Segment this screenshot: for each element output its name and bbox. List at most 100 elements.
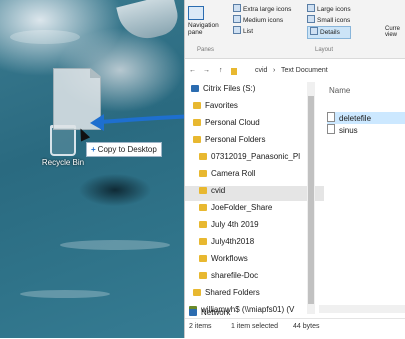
small-icons-icon xyxy=(307,15,315,23)
nav-item[interactable]: July4th2018 xyxy=(185,237,324,252)
medium-icons-label: Medium icons xyxy=(243,17,284,24)
network-icon xyxy=(189,309,197,316)
plus-icon: + xyxy=(91,145,96,154)
nav-item-label: JoeFolder_Share xyxy=(211,203,273,212)
layout-column-2: Large icons Small icons Details xyxy=(307,4,351,39)
small-icons-option[interactable]: Small icons xyxy=(307,15,351,26)
details-option[interactable]: Details xyxy=(307,26,351,39)
extra-large-icons-option[interactable]: Extra large icons xyxy=(233,4,291,15)
status-bar: 2 items 1 item selected 44 bytes xyxy=(185,318,405,339)
nav-item[interactable]: Citrix Files (S:) xyxy=(185,84,316,99)
dragged-file-ghost-icon xyxy=(53,68,101,130)
wave-detail xyxy=(60,240,170,250)
breadcrumb-cvid[interactable]: cvid xyxy=(255,67,267,74)
navigation-pane-button[interactable]: Navigation pane xyxy=(188,6,219,36)
folder-icon xyxy=(199,272,207,279)
file-name: sinus xyxy=(339,126,358,135)
nav-item-label: Citrix Files (S:) xyxy=(203,84,256,93)
drag-copy-tooltip-label: Copy to Desktop xyxy=(97,145,157,154)
nav-item-label: July 4th 2019 xyxy=(211,220,259,229)
status-selection: 1 item selected xyxy=(231,323,279,330)
layout-group-label: Layout xyxy=(315,47,334,53)
nav-item[interactable]: Shared Folders xyxy=(185,288,318,303)
folder-icon xyxy=(193,289,201,296)
details-icon xyxy=(310,27,318,35)
folder-icon xyxy=(193,102,201,109)
nav-item-label: Camera Roll xyxy=(211,169,256,178)
wave-detail xyxy=(20,290,110,298)
status-item-count: 2 items xyxy=(189,323,212,330)
nav-item-label: Shared Folders xyxy=(205,288,260,297)
file-row[interactable]: sinus xyxy=(327,124,405,136)
forward-arrow-icon[interactable]: → xyxy=(203,67,210,74)
breadcrumb-text-document[interactable]: Text Document xyxy=(281,67,328,74)
current-view-group[interactable]: Curre view xyxy=(385,26,405,38)
nav-item[interactable]: Favorites xyxy=(185,101,318,116)
boat-wallpaper-detail xyxy=(116,0,182,45)
nav-item[interactable]: Workflows xyxy=(185,254,324,269)
address-bar: ← → ↑ cvid › Text Document xyxy=(185,62,405,80)
nav-item[interactable]: JoeFolder_Share xyxy=(185,203,324,218)
nav-scrollbar[interactable] xyxy=(307,82,315,314)
list-icon xyxy=(233,26,241,34)
nav-item-label: July4th2018 xyxy=(211,237,255,246)
text-document-icon xyxy=(327,112,335,122)
folder-icon xyxy=(199,170,207,177)
folder-icon xyxy=(199,153,207,160)
details-label: Details xyxy=(320,29,340,36)
folder-icon xyxy=(199,255,207,262)
status-size: 44 bytes xyxy=(293,323,320,330)
folder-icon xyxy=(199,221,207,228)
folder-icon xyxy=(199,187,207,194)
drag-copy-tooltip: + Copy to Desktop xyxy=(86,142,162,157)
name-column-header[interactable]: Name xyxy=(329,86,350,95)
nav-item[interactable]: Personal Folders xyxy=(185,135,318,150)
file-name: deletefile xyxy=(339,114,372,123)
nav-item-label: sharefile-Doc xyxy=(211,271,259,280)
navigation-tree: Citrix Files (S:) Favorites Personal Cloud… xyxy=(185,82,324,317)
folder-icon xyxy=(199,238,207,245)
recycle-bin-label: Recycle Bin xyxy=(41,158,85,167)
large-icons-label: Large icons xyxy=(317,6,351,13)
up-arrow-icon[interactable]: ↑ xyxy=(219,67,223,74)
layout-column-1: Extra large icons Medium icons List xyxy=(233,4,291,37)
extra-large-icons-icon xyxy=(233,4,241,12)
drive-icon xyxy=(191,85,199,92)
nav-item-label: Network xyxy=(201,308,231,317)
list-option[interactable]: List xyxy=(233,26,291,37)
folder-icon xyxy=(231,68,237,75)
medium-icons-option[interactable]: Medium icons xyxy=(233,15,291,26)
large-icons-icon xyxy=(307,4,315,12)
folder-icon xyxy=(193,136,201,143)
folder-icon xyxy=(193,119,201,126)
nav-item[interactable]: 07312019_Panasonic_Pl xyxy=(185,152,324,167)
large-icons-option[interactable]: Large icons xyxy=(307,4,351,15)
nav-item-label: cvid xyxy=(211,186,226,195)
file-pane-horizontal-scrollbar[interactable] xyxy=(319,305,405,313)
nav-scrollbar-thumb[interactable] xyxy=(308,96,314,304)
small-icons-label: Small icons xyxy=(317,17,351,24)
nav-item[interactable]: July 4th 2019 xyxy=(185,220,324,235)
nav-item[interactable]: sharefile-Doc xyxy=(185,271,324,286)
file-explorer-window: Navigation pane Extra large icons Medium… xyxy=(184,0,405,339)
navigation-pane-label: Navigation pane xyxy=(188,22,219,36)
nav-item[interactable]: cvid xyxy=(185,186,324,201)
nav-item-label: 07312019_Panasonic_Pl xyxy=(211,152,300,161)
view-ribbon: Navigation pane Extra large icons Medium… xyxy=(185,0,405,59)
panes-group-label: Panes xyxy=(197,47,215,53)
wave-detail xyxy=(10,30,80,44)
extra-large-icons-label: Extra large icons xyxy=(243,6,292,13)
medium-icons-icon xyxy=(233,15,241,23)
nav-item[interactable]: Camera Roll xyxy=(185,169,324,184)
navigation-pane-icon xyxy=(188,6,204,20)
breadcrumb-separator-icon: › xyxy=(273,67,276,74)
nav-item-label: Personal Cloud xyxy=(205,118,260,127)
nav-item[interactable]: Personal Cloud xyxy=(185,118,318,133)
file-list-pane: Name deletefile sinus xyxy=(319,82,405,314)
folder-icon xyxy=(199,204,207,211)
file-row[interactable]: deletefile xyxy=(327,112,405,124)
back-arrow-icon[interactable]: ← xyxy=(189,67,196,74)
list-label: List xyxy=(243,28,254,35)
nav-item-label: Personal Folders xyxy=(205,135,266,144)
text-document-icon xyxy=(327,124,335,134)
